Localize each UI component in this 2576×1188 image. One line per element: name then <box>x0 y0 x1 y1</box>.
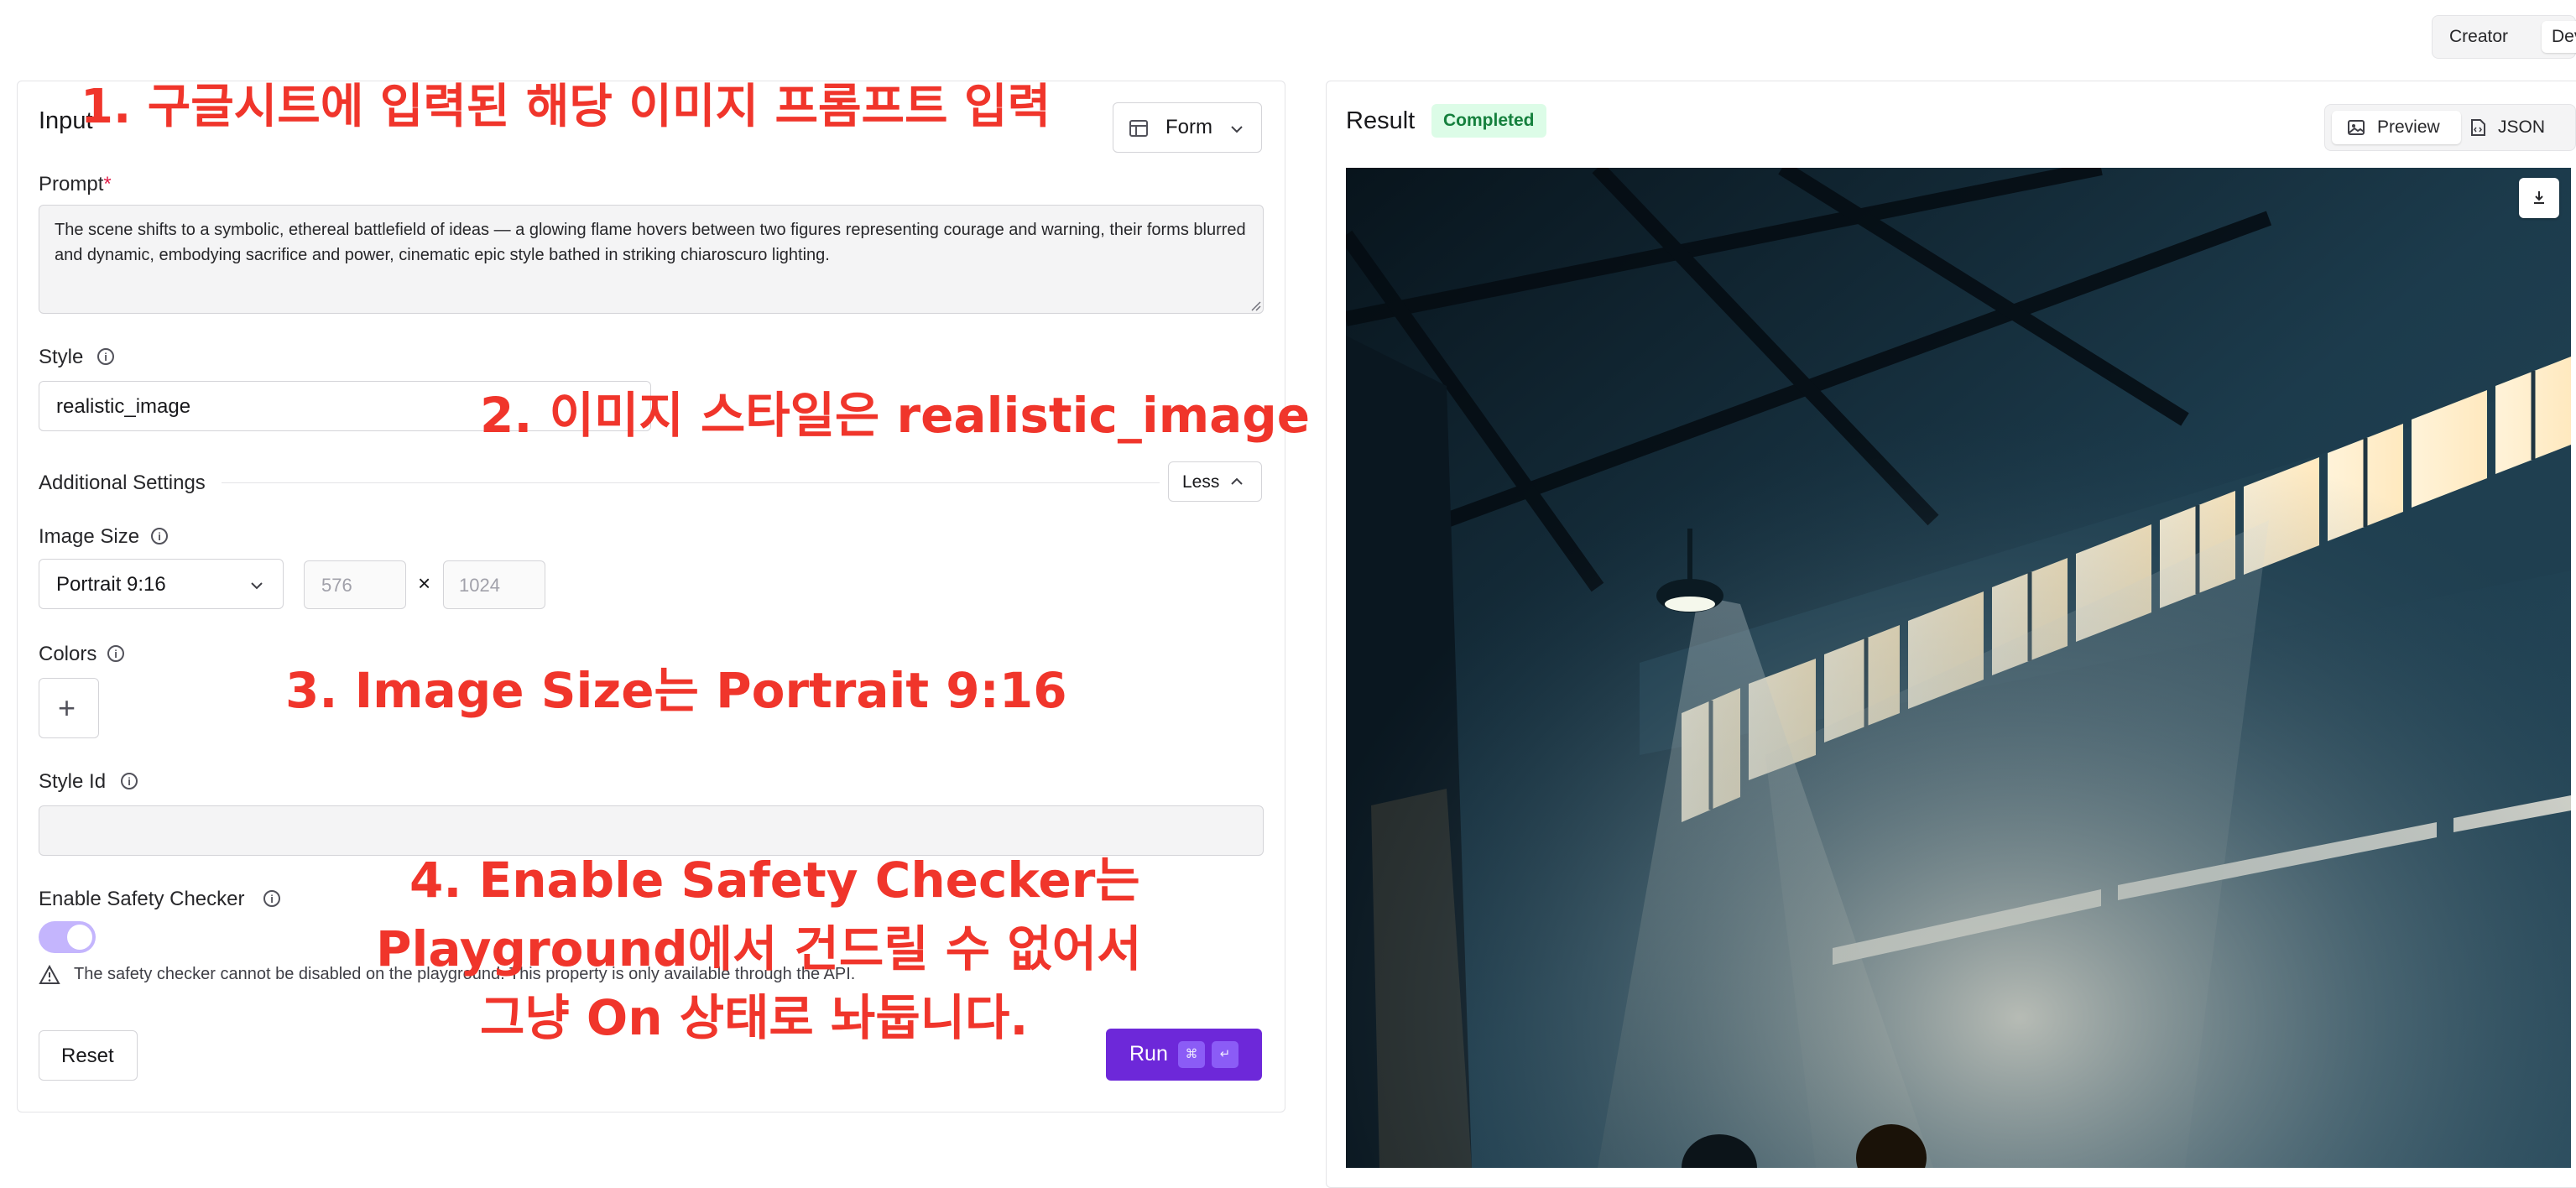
annotation-1: 1. 구글시트에 입력된 해당 이미지 프롬프트 입력 <box>81 80 1051 134</box>
download-icon <box>2534 191 2544 204</box>
less-button[interactable]: Less <box>1168 461 1262 502</box>
form-select-label: Form <box>1165 116 1212 138</box>
toggle-knob <box>67 925 92 950</box>
prompt-label: Prompt* <box>39 173 112 195</box>
result-title: Result <box>1346 107 1416 134</box>
prompt-text: The scene shifts to a symbolic, ethereal… <box>55 221 1246 264</box>
run-button-label: Run <box>1129 1042 1168 1066</box>
form-icon <box>1129 120 1148 137</box>
dev-tab[interactable]: Dev <box>2542 21 2576 53</box>
prompt-textarea[interactable]: The scene shifts to a symbolic, ethereal… <box>39 205 1264 314</box>
annotation-4-line3: 그냥 On 상태로 놔둡니다. <box>480 989 1029 1046</box>
generated-image-art <box>1346 168 2571 1168</box>
command-key-icon: ⌘ <box>1178 1041 1205 1068</box>
annotation-2: 2. 이미지 스타일은 realistic_image <box>480 387 1311 444</box>
image-size-value: Portrait 9:16 <box>56 573 166 596</box>
chevron-down-icon <box>1231 126 1243 133</box>
safety-info-icon[interactable]: i <box>263 890 280 907</box>
preview-tab-label: Preview <box>2377 117 2440 137</box>
chevron-up-icon <box>1231 477 1243 485</box>
file-code-icon <box>2471 119 2485 136</box>
annotation-4-line1: 4. Enable Safety Checker는 <box>409 852 1140 909</box>
colors-info-icon[interactable]: i <box>107 645 124 662</box>
image-size-select[interactable]: Portrait 9:16 <box>39 559 284 609</box>
preview-tab[interactable]: Preview <box>2332 111 2461 144</box>
times-sign: × <box>418 571 431 596</box>
style-id-label: Style Id <box>39 770 107 793</box>
image-size-info-icon[interactable]: i <box>151 528 168 544</box>
warning-icon <box>39 965 60 984</box>
reset-button[interactable]: Reset <box>39 1030 138 1081</box>
view-switch: Preview JSON <box>2324 104 2576 151</box>
json-tab[interactable]: JSON <box>2469 111 2562 144</box>
safety-checker-toggle[interactable] <box>39 921 96 953</box>
run-button[interactable]: Run ⌘ ↵ <box>1106 1029 1262 1081</box>
form-select[interactable]: Form <box>1113 102 1262 153</box>
mode-switch: Creator Dev <box>2432 15 2576 59</box>
creator-tab[interactable]: Creator <box>2449 21 2508 53</box>
json-tab-label: JSON <box>2498 117 2546 137</box>
height-input[interactable]: 1024 <box>443 560 545 609</box>
style-id-info-icon[interactable]: i <box>121 773 138 789</box>
download-button[interactable] <box>2519 178 2559 218</box>
style-value: realistic_image <box>56 395 191 418</box>
resize-grip-icon[interactable] <box>1249 300 1261 311</box>
image-size-label: Image Size <box>39 525 140 548</box>
style-info-icon[interactable]: i <box>97 348 114 365</box>
colors-label: Colors <box>39 643 97 665</box>
reset-button-label: Reset <box>61 1045 114 1067</box>
height-value: 1024 <box>459 575 500 596</box>
less-button-label: Less <box>1182 472 1220 492</box>
divider <box>222 482 1160 483</box>
annotation-3: 3. Image Size는 Portrait 9:16 <box>285 662 1067 719</box>
safety-checker-label: Enable Safety Checker <box>39 888 245 910</box>
image-icon <box>2348 120 2365 135</box>
status-badge: Completed <box>1431 104 1546 138</box>
width-input[interactable]: 576 <box>304 560 406 609</box>
annotation-4-line2: Playground에서 건드릴 수 없어서 <box>376 920 1142 977</box>
add-color-button[interactable]: + <box>39 678 99 738</box>
required-mark: * <box>103 173 112 195</box>
enter-key-icon: ↵ <box>1212 1041 1238 1068</box>
plus-icon: + <box>58 690 76 725</box>
result-image <box>1346 168 2571 1168</box>
chevron-down-icon <box>251 582 263 590</box>
width-value: 576 <box>321 575 352 596</box>
style-label: Style <box>39 346 84 368</box>
additional-settings-label: Additional Settings <box>39 472 206 494</box>
